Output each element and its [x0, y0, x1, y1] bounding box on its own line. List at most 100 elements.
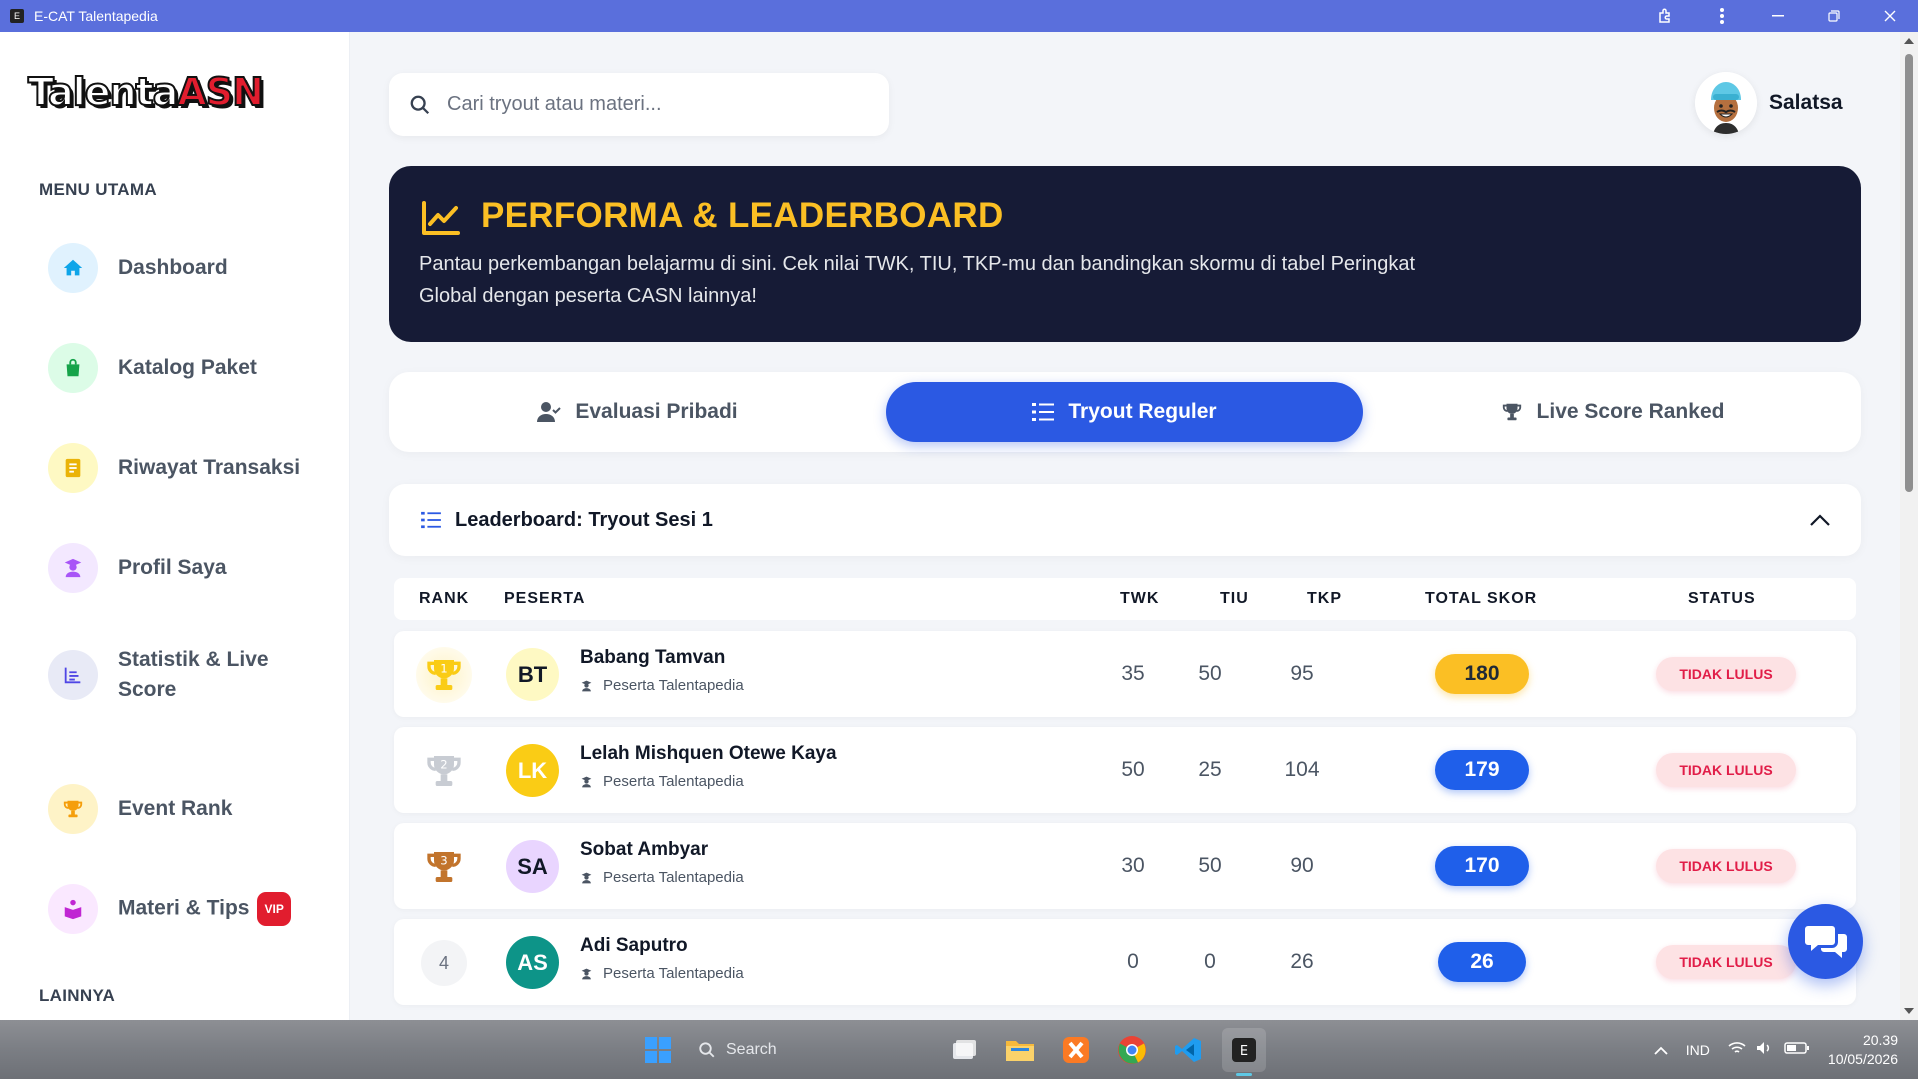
column-header-rank: RANK: [419, 590, 470, 607]
shopping-bag-icon: [48, 343, 98, 393]
participant-subtitle-text: Peserta Talentapedia: [603, 677, 744, 694]
table-row[interactable]: 2 LK Lelah Mishquen Otewe Kaya Peserta T…: [394, 727, 1856, 813]
sidebar-item-label: Profil Saya: [118, 556, 227, 579]
user-graduate-icon: [48, 543, 98, 593]
os-taskbar: Search E IND 20.39 10/05/2026: [0, 1020, 1918, 1079]
tab-label: Evaluasi Pribadi: [575, 400, 738, 423]
volume-icon[interactable]: [1756, 1041, 1774, 1058]
status-badge: TIDAK LULUS: [1656, 753, 1796, 787]
close-button[interactable]: [1862, 0, 1918, 32]
table-row[interactable]: 1 BT Babang Tamvan Peserta Talentapedia …: [394, 631, 1856, 717]
sidebar-item-label: Dashboard: [118, 256, 228, 279]
talenta-asn-logo[interactable]: TalentaASN: [27, 69, 265, 115]
sidebar-item-profil-saya[interactable]: Profil Saya: [48, 543, 338, 593]
scrollbar-thumb[interactable]: [1905, 54, 1913, 492]
table-row[interactable]: 3 SA Sobat Ambyar Peserta Talentapedia 3…: [394, 823, 1856, 909]
rank-number: 3: [440, 854, 447, 868]
chat-button[interactable]: [1788, 904, 1863, 979]
participant-name: Babang Tamvan: [580, 647, 726, 668]
section-label-other: LAINNYA: [39, 986, 116, 1005]
file-explorer-icon[interactable]: [998, 1028, 1042, 1072]
tab-live-score-ranked[interactable]: Live Score Ranked: [1374, 382, 1851, 442]
chevron-up-icon[interactable]: [1654, 1042, 1668, 1058]
leaderboard-header[interactable]: Leaderboard: Tryout Sesi 1: [389, 484, 1861, 556]
score-tkp: 104: [1284, 758, 1320, 781]
avatar: BT: [506, 648, 559, 701]
table-row[interactable]: 4 AS Adi Saputro Peserta Talentapedia 0 …: [394, 919, 1856, 1005]
more-options-icon[interactable]: [1694, 0, 1750, 32]
app-icon: E: [10, 9, 24, 23]
sidebar-item-statistik-live-score[interactable]: Statistik & Live Score: [48, 645, 338, 705]
logo-part-2: ASN: [176, 69, 265, 115]
leaderboard-title: Leaderboard: Tryout Sesi 1: [455, 508, 713, 531]
language-indicator[interactable]: IND: [1686, 1042, 1710, 1058]
avatar[interactable]: [1695, 72, 1757, 134]
sidebar-item-dashboard[interactable]: Dashboard: [48, 243, 338, 293]
start-windows-icon[interactable]: [636, 1028, 680, 1072]
participant-subtitle: Peserta Talentapedia: [580, 677, 744, 694]
participant-name: Lelah Mishquen Otewe Kaya: [580, 743, 837, 764]
user-graduate-icon: [580, 871, 593, 885]
chat-bubbles-icon: [1804, 925, 1847, 958]
participant-name: Adi Saputro: [580, 935, 688, 956]
score-twk: 30: [1121, 854, 1145, 877]
search-input[interactable]: [447, 93, 847, 116]
tabs-container: Evaluasi Pribadi Tryout Reguler Live Sco…: [389, 372, 1861, 452]
participant-subtitle-text: Peserta Talentapedia: [603, 965, 744, 982]
page-scrollbar[interactable]: [1900, 32, 1918, 1020]
chrome-icon[interactable]: [1110, 1028, 1154, 1072]
wifi-icon[interactable]: [1728, 1041, 1746, 1058]
column-header-status: STATUS: [1688, 590, 1756, 607]
user-graduate-icon: [580, 967, 593, 981]
column-header-tiu: TIU: [1220, 590, 1249, 607]
silver-trophy-icon: 2: [416, 743, 472, 799]
ecat-app-icon[interactable]: E: [1222, 1028, 1266, 1076]
chevron-up-icon[interactable]: [1809, 513, 1831, 527]
extensions-icon[interactable]: [1638, 0, 1694, 32]
scroll-down-arrow[interactable]: [1904, 1008, 1914, 1014]
gold-trophy-icon: 1: [416, 647, 472, 703]
hero-title: PERFORMA & LEADERBOARD: [481, 196, 1004, 235]
total-score-badge: 170: [1435, 846, 1529, 886]
hero-banner: PERFORMA & LEADERBOARD Pantau perkembang…: [389, 166, 1861, 342]
book-reader-icon: [48, 884, 98, 934]
sidebar-item-katalog-paket[interactable]: Katalog Paket: [48, 343, 338, 393]
task-view-icon[interactable]: [942, 1028, 986, 1072]
clock-time: 20.39: [1862, 1031, 1898, 1048]
search-bar[interactable]: [389, 73, 889, 136]
column-header-total-skor: TOTAL SKOR: [1425, 590, 1538, 607]
participant-subtitle: Peserta Talentapedia: [580, 965, 744, 982]
sidebar-item-riwayat-transaksi[interactable]: Riwayat Transaksi: [48, 443, 338, 493]
trophy-icon: [1501, 401, 1523, 423]
total-score-badge: 26: [1438, 942, 1526, 982]
battery-icon[interactable]: [1784, 1041, 1810, 1058]
list-icon: [421, 511, 441, 529]
hero-description: Pantau perkembangan belajarmu di sini. C…: [419, 253, 1416, 307]
section-label-main: MENU UTAMA: [39, 180, 157, 199]
rank-number: 2: [440, 758, 447, 772]
sidebar-item-materi-tips[interactable]: Materi & Tips VIP: [48, 884, 338, 934]
column-header-peserta: PESERTA: [504, 590, 586, 607]
sidebar-item-label: Riwayat Transaksi: [118, 456, 301, 479]
system-clock[interactable]: 20.39 10/05/2026: [1828, 1031, 1898, 1069]
taskbar-search[interactable]: Search: [692, 1041, 942, 1059]
trophy-icon: [48, 784, 98, 834]
minimize-button[interactable]: [1750, 0, 1806, 32]
user-graduate-icon: [580, 679, 593, 693]
scroll-up-arrow[interactable]: [1904, 38, 1914, 44]
search-icon: [699, 1042, 715, 1058]
tab-tryout-reguler[interactable]: Tryout Reguler: [886, 382, 1363, 442]
participant-subtitle: Peserta Talentapedia: [580, 773, 744, 790]
score-tkp: 95: [1290, 662, 1314, 685]
xampp-icon[interactable]: [1054, 1028, 1098, 1072]
sidebar-item-event-rank[interactable]: Event Rank: [48, 784, 338, 834]
tab-evaluasi-pribadi[interactable]: Evaluasi Pribadi: [399, 382, 876, 442]
status-badge: TIDAK LULUS: [1656, 657, 1796, 691]
restore-button[interactable]: [1806, 0, 1862, 32]
vscode-icon[interactable]: [1166, 1028, 1210, 1072]
score-tiu: 50: [1198, 662, 1222, 685]
score-twk: 0: [1127, 950, 1139, 973]
user-profile[interactable]: Salatsa: [1695, 72, 1843, 134]
window-titlebar: E E-CAT Talentapedia: [0, 0, 1918, 32]
status-badge: TIDAK LULUS: [1656, 945, 1796, 979]
